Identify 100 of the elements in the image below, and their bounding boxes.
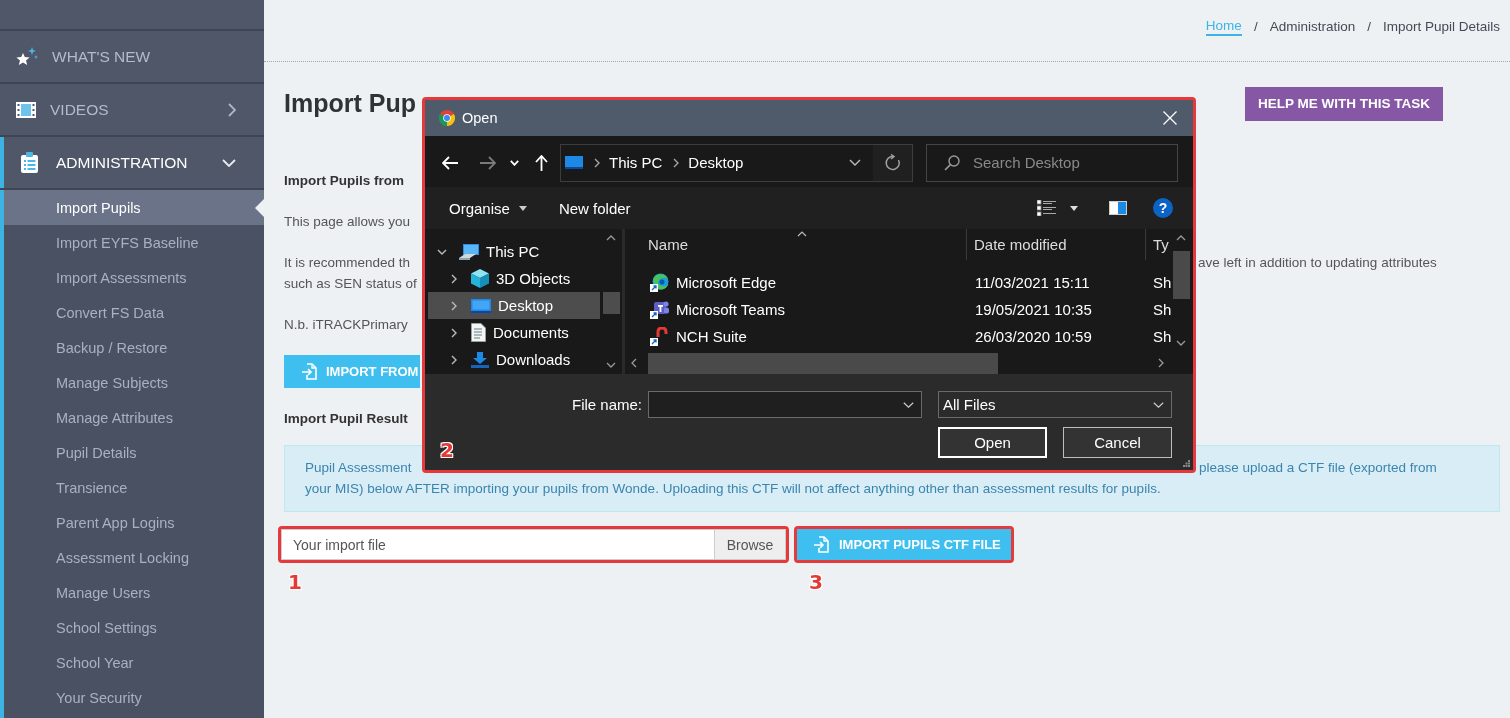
breadcrumb-separator: / bbox=[1367, 18, 1371, 36]
list-view-icon bbox=[1037, 200, 1056, 216]
refresh-button[interactable] bbox=[873, 144, 912, 181]
caret-down-icon bbox=[1070, 205, 1078, 211]
swirl-icon bbox=[650, 273, 669, 292]
people-tile-icon bbox=[650, 300, 669, 319]
field-label: File name: bbox=[570, 396, 642, 413]
callout-number: 2 bbox=[440, 439, 454, 461]
search-icon bbox=[944, 154, 960, 171]
sidebar-section-link[interactable]: VIDEOS bbox=[0, 84, 264, 137]
dialog-title: Open bbox=[462, 110, 498, 126]
chevron-down-icon bbox=[510, 159, 519, 166]
submenu-item[interactable]: Assessment Locking bbox=[4, 540, 264, 575]
sidebar-section-link[interactable]: WHAT'S NEW bbox=[0, 31, 264, 84]
scrollbar-thumb[interactable] bbox=[648, 352, 998, 374]
monitor-icon bbox=[471, 298, 491, 313]
triangle-pointer-icon bbox=[255, 198, 264, 217]
submenu-item[interactable]: Import EYFS Baseline bbox=[4, 225, 264, 260]
submenu-item[interactable]: Manage Subjects bbox=[4, 365, 264, 400]
submenu-item[interactable]: Transience bbox=[4, 470, 264, 505]
section-heading: Import Pupils from bbox=[284, 173, 404, 188]
dialog-button[interactable]: Cancel bbox=[1063, 427, 1172, 458]
scroll-up-icon bbox=[606, 235, 616, 241]
computer-icon bbox=[459, 243, 479, 260]
table-cell-text: 26/03/2020 10:59 bbox=[974, 328, 1093, 345]
address-segment[interactable]: This PC bbox=[609, 154, 663, 171]
submenu-item[interactable]: Pupil Details bbox=[4, 435, 264, 470]
search-field[interactable]: Search Desktop bbox=[926, 143, 1178, 182]
paragraph-text: ave left in addition to updating attributes bbox=[1198, 254, 1437, 272]
submenu-item[interactable]: Parent App Logins bbox=[4, 505, 264, 540]
file-import-icon bbox=[814, 536, 829, 553]
chevron-down-icon bbox=[903, 402, 914, 408]
command-button[interactable]: Organise bbox=[437, 193, 539, 223]
submenu-item[interactable]: Import Assessments bbox=[4, 260, 264, 295]
preview-pane-icon bbox=[1109, 201, 1127, 215]
preview-pane-button[interactable] bbox=[1109, 201, 1127, 215]
chevron-down-icon bbox=[1153, 401, 1164, 408]
submenu-item[interactable]: Import Pupils bbox=[4, 190, 264, 225]
scroll-up-icon bbox=[1176, 235, 1186, 241]
column-header[interactable]: Ty bbox=[1146, 229, 1172, 260]
monitor-icon bbox=[565, 156, 583, 169]
scrollbar-thumb[interactable] bbox=[1172, 251, 1190, 299]
submenu-item[interactable]: Your Security bbox=[4, 680, 264, 715]
tricolor-circle-icon bbox=[439, 110, 455, 126]
view-menu-button[interactable] bbox=[1070, 205, 1078, 211]
download-icon bbox=[471, 351, 489, 368]
film-icon bbox=[16, 101, 36, 118]
chevron-right-icon bbox=[673, 157, 680, 168]
notice-text: your MIS) below AFTER importing your pupils from Wonde. Uploading this CTF will not affect anything other than assessment results for pupils. bbox=[305, 481, 1161, 496]
submenu-item[interactable]: School Settings bbox=[4, 610, 264, 645]
submenu-item[interactable]: Backup / Restore bbox=[4, 330, 264, 365]
scroll-down-icon bbox=[606, 362, 616, 368]
address-bar[interactable]: This PC Desktop bbox=[560, 143, 913, 182]
submenu-item[interactable]: Manage Users bbox=[4, 575, 264, 610]
tree-item[interactable]: This PC bbox=[428, 238, 600, 265]
table-cell-text: 19/05/2021 10:35 bbox=[974, 301, 1093, 318]
recent-locations-button[interactable] bbox=[510, 159, 519, 166]
help-button[interactable]: HELP ME WITH THIS TASK bbox=[1245, 86, 1443, 121]
chevron-right-icon bbox=[594, 157, 600, 168]
file-item[interactable]: Microsoft Teams bbox=[625, 300, 967, 319]
back-button[interactable] bbox=[442, 155, 458, 170]
forward-button[interactable] bbox=[480, 155, 496, 170]
back-arrow-icon bbox=[442, 155, 458, 170]
column-header[interactable]: Date modified bbox=[967, 229, 1146, 260]
up-arrow-icon bbox=[535, 154, 548, 171]
file-type-select[interactable]: All Files bbox=[938, 391, 1172, 418]
document-icon bbox=[471, 323, 486, 342]
scrollbar-thumb[interactable] bbox=[602, 292, 620, 314]
browse-button[interactable]: Browse bbox=[714, 529, 786, 560]
paragraph-text: This page allows you bbox=[284, 214, 411, 229]
dialog-button[interactable]: Open bbox=[938, 427, 1047, 458]
close-icon bbox=[1163, 111, 1177, 125]
breadcrumb-item: Import Pupil Details bbox=[1382, 18, 1500, 36]
scroll-right-icon bbox=[1158, 358, 1164, 368]
submenu-item[interactable]: School Year bbox=[4, 645, 264, 680]
up-button[interactable] bbox=[535, 154, 548, 171]
tree-item[interactable]: Documents bbox=[428, 319, 600, 346]
view-options-button[interactable] bbox=[1037, 200, 1056, 216]
submenu-item[interactable]: Manage Attributes bbox=[4, 400, 264, 435]
table-cell-text: Sh bbox=[1152, 301, 1172, 318]
file-item[interactable]: NCH Suite bbox=[625, 327, 967, 346]
command-button[interactable]: New folder bbox=[546, 193, 643, 223]
tree-item[interactable]: Desktop bbox=[428, 292, 600, 319]
tree-item[interactable]: 3D Objects bbox=[428, 265, 600, 292]
file-name-field[interactable] bbox=[648, 391, 922, 418]
scroll-down-icon bbox=[1176, 340, 1186, 346]
refresh-icon bbox=[884, 154, 901, 171]
submenu-item[interactable]: Convert FS Data bbox=[4, 295, 264, 330]
help-button[interactable]: ? bbox=[1153, 198, 1173, 218]
notice-text: Pupil Assessment bbox=[305, 459, 412, 477]
callout-number: 3 bbox=[809, 571, 823, 593]
file-item[interactable]: Microsoft Edge bbox=[625, 273, 967, 292]
tree-item[interactable]: Downloads bbox=[428, 346, 600, 373]
scroll-left-icon bbox=[631, 358, 637, 368]
column-header[interactable]: Name bbox=[625, 229, 967, 260]
hook-icon bbox=[650, 327, 669, 346]
address-segment[interactable]: Desktop bbox=[688, 154, 744, 171]
breadcrumb-separator: / bbox=[1253, 18, 1258, 36]
file-input[interactable]: Your import file bbox=[281, 529, 714, 560]
table-cell-text: 11/03/2021 15:11 bbox=[974, 274, 1091, 291]
